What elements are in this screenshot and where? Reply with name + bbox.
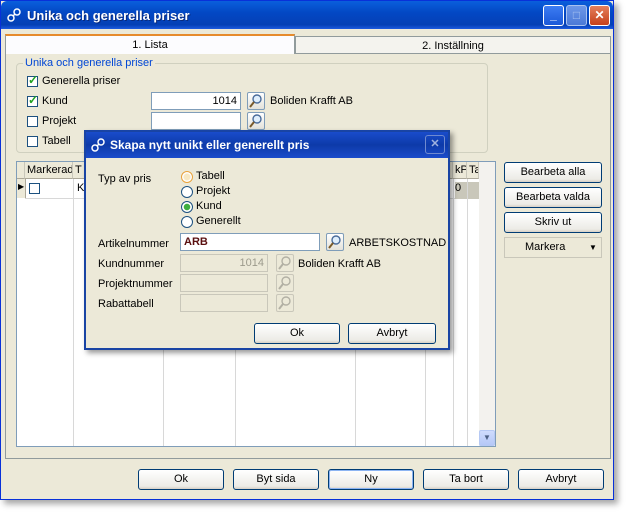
bearbeta-alla-label: Bearbeta alla — [520, 166, 586, 178]
skriv-ut-label: Skriv ut — [534, 216, 572, 228]
artikel-search-button[interactable] — [326, 233, 344, 251]
tab-installning[interactable]: 2. Inställning — [295, 36, 611, 54]
minimize-button[interactable]: _ — [543, 5, 564, 26]
ny-button[interactable]: Ny — [328, 469, 414, 490]
close-icon: ✕ — [594, 8, 605, 22]
bearbeta-valda-button[interactable]: Bearbeta valda — [504, 187, 602, 208]
column-line — [73, 179, 74, 446]
title-bar[interactable]: Unika och generella priser _ □ ✕ — [1, 1, 613, 29]
radio-kund[interactable] — [181, 201, 193, 213]
column-line — [453, 179, 454, 446]
kund-name-dialog: Boliden Krafft AB — [298, 258, 381, 270]
radio-projekt[interactable] — [181, 186, 193, 198]
dialog-title: Skapa nytt unikt eller generellt pris — [110, 138, 310, 152]
projektnummer-label: Projektnummer — [98, 278, 173, 290]
maximize-button[interactable]: □ — [566, 5, 587, 26]
tab-lista[interactable]: 1. Lista — [5, 34, 295, 54]
kund-search-button[interactable] — [247, 92, 265, 110]
tab-lista-label: 1. Lista — [132, 39, 168, 51]
search-icon — [278, 296, 291, 310]
window-title: Unika och generella priser — [27, 8, 190, 23]
kund-search-button-disabled[interactable] — [276, 254, 294, 272]
column-header-markerad[interactable]: Markerad — [25, 162, 73, 179]
search-icon — [249, 94, 262, 108]
markera-label: Markera — [525, 241, 566, 253]
search-icon — [278, 256, 291, 270]
skriv-ut-button[interactable]: Skriv ut — [504, 212, 602, 233]
dialog-title-bar[interactable]: Skapa nytt unikt eller generellt pris ✕ — [86, 132, 448, 158]
rabattabell-search-button[interactable] — [276, 294, 294, 312]
dialog-close-button[interactable]: ✕ — [425, 135, 445, 154]
kund-field[interactable]: 1014 — [151, 92, 241, 110]
projektnummer-field[interactable] — [180, 274, 268, 292]
search-icon — [328, 235, 341, 249]
kund-label: Kund — [42, 95, 68, 107]
avbryt-button[interactable]: Avbryt — [518, 469, 604, 490]
radio-kund-label: Kund — [196, 200, 222, 212]
rabattabell-field[interactable] — [180, 294, 268, 312]
row-arrow-icon: ▶ — [18, 182, 25, 191]
row-cell-value: 0 — [455, 182, 462, 194]
ok-button[interactable]: Ok — [138, 469, 224, 490]
projekt-search-button-disabled[interactable] — [276, 274, 294, 292]
row-checkbox[interactable] — [29, 183, 40, 194]
search-icon — [278, 276, 291, 290]
radio-generellt-label: Generellt — [196, 215, 241, 227]
typ-av-pris-label: Typ av pris — [98, 173, 152, 185]
new-price-dialog: Skapa nytt unikt eller generellt pris ✕ … — [84, 130, 450, 350]
column-line — [467, 179, 468, 446]
ta-bort-label: Ta bort — [449, 473, 483, 485]
dialog-avbryt-button[interactable]: Avbryt — [348, 323, 436, 344]
artikel-name: ARBETSKOSTNAD — [349, 237, 447, 249]
ta-bort-button[interactable]: Ta bort — [423, 469, 509, 490]
radio-tabell[interactable] — [181, 171, 193, 183]
maximize-icon: □ — [572, 8, 581, 22]
rabattabell-label: Rabattabell — [98, 298, 154, 310]
vertical-scrollbar[interactable]: ▼ — [479, 162, 495, 446]
row-header-corner — [17, 162, 25, 179]
kundnummer-field[interactable]: 1014 — [180, 254, 268, 272]
app-icon — [7, 8, 21, 25]
markera-dropdown[interactable]: Markera ▼ — [504, 237, 602, 258]
dialog-ok-label: Ok — [289, 327, 305, 339]
kund-name: Boliden Krafft AB — [270, 95, 353, 107]
bearbeta-valda-label: Bearbeta valda — [516, 191, 590, 203]
dialog-avbryt-label: Avbryt — [376, 327, 408, 339]
tab-divider — [295, 53, 611, 54]
generella-label: Generella priser — [42, 75, 121, 87]
artikelnummer-field[interactable]: ARB — [180, 233, 320, 251]
generella-checkbox[interactable] — [27, 73, 38, 87]
kund-checkbox[interactable] — [27, 93, 38, 107]
ok-label: Ok — [173, 473, 189, 485]
artikelnummer-label: Artikelnummer — [98, 238, 169, 250]
projekt-checkbox[interactable] — [27, 116, 38, 127]
search-icon — [249, 114, 262, 128]
minimize-icon: _ — [550, 8, 557, 22]
app-icon — [91, 138, 105, 155]
radio-tabell-label: Tabell — [196, 170, 225, 182]
dialog-ok-button[interactable]: Ok — [254, 323, 340, 344]
projekt-search-button[interactable] — [247, 112, 265, 130]
chevron-down-icon: ▼ — [589, 243, 597, 252]
tabell-label: Tabell — [42, 135, 71, 147]
radio-generellt[interactable] — [181, 216, 193, 228]
avbryt-label: Avbryt — [545, 473, 577, 485]
column-header-kpri[interactable]: kPri — [453, 162, 467, 179]
bearbeta-alla-button[interactable]: Bearbeta alla — [504, 162, 602, 183]
group-label: Unika och generella priser — [23, 57, 155, 69]
close-button[interactable]: ✕ — [589, 5, 610, 26]
byt-sida-label: Byt sida — [256, 473, 296, 485]
tabell-checkbox[interactable] — [27, 136, 38, 147]
kundnummer-label: Kundnummer — [98, 258, 165, 270]
scroll-down-button[interactable]: ▼ — [479, 430, 495, 446]
column-header-ta[interactable]: Ta — [467, 162, 479, 179]
byt-sida-button[interactable]: Byt sida — [233, 469, 319, 490]
tab-installning-label: 2. Inställning — [422, 40, 484, 52]
close-icon: ✕ — [430, 138, 440, 150]
ny-label: Ny — [364, 473, 378, 485]
radio-projekt-label: Projekt — [196, 185, 231, 197]
projekt-label: Projekt — [42, 115, 77, 127]
projekt-field[interactable] — [151, 112, 241, 130]
chevron-down-icon: ▼ — [483, 433, 491, 442]
